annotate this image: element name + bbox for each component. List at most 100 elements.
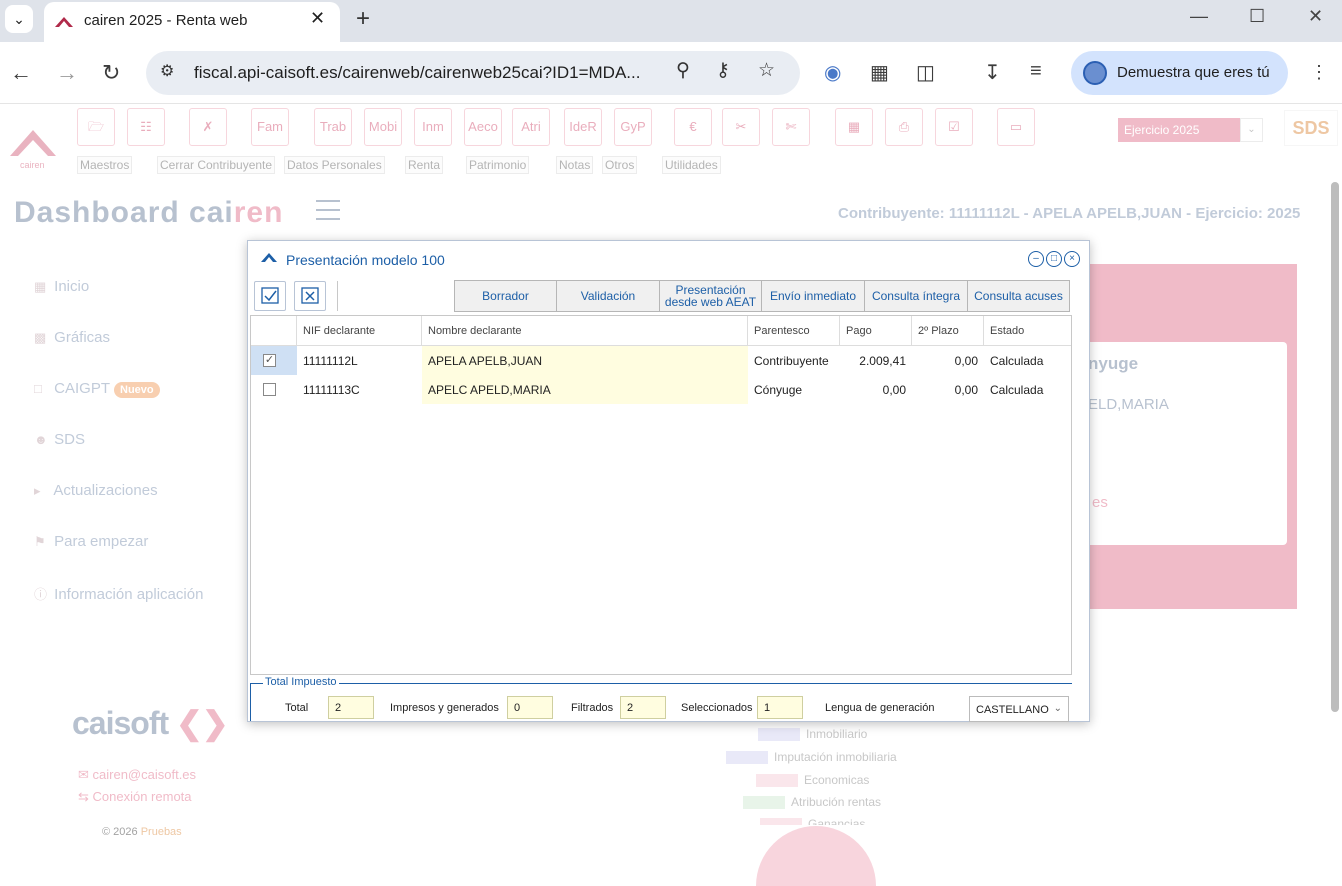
profile-button[interactable]: Demuestra que eres tú xyxy=(1071,51,1288,95)
cairen-favicon-icon xyxy=(55,17,73,27)
row-checkbox[interactable] xyxy=(263,383,276,396)
consulta-acuses-button[interactable]: Consulta acuses xyxy=(967,280,1070,312)
tab-close-icon[interactable]: ✕ xyxy=(310,8,325,29)
zoom-icon[interactable]: ⚲ xyxy=(676,59,690,82)
column-header[interactable]: 2º Plazo xyxy=(912,316,984,346)
org-chart-icon[interactable]: ☷ xyxy=(127,108,165,146)
menu-renta[interactable]: Renta xyxy=(405,156,444,174)
blank-page-icon[interactable]: ▭ xyxy=(997,108,1035,146)
table-header: NIF declarante Nombre declarante Parente… xyxy=(251,316,1071,346)
maximize-icon[interactable]: ☐ xyxy=(1249,6,1265,27)
lengua-select[interactable]: CASTELLANO ⌄ xyxy=(969,696,1069,722)
total-field[interactable]: 2 xyxy=(328,696,374,719)
column-header[interactable]: Nombre declarante xyxy=(422,316,748,346)
scissors-alt-icon[interactable]: ✄ xyxy=(772,108,810,146)
seleccionados-field[interactable]: 1 xyxy=(757,696,803,719)
sidebar-item-para-empezar[interactable]: ⚑ Para empezar xyxy=(34,533,148,550)
ribbon-gyp-button[interactable]: GyP xyxy=(614,108,652,146)
ribbon-aeco-button[interactable]: Aeco xyxy=(464,108,502,146)
row-check-cell: ✓ xyxy=(251,346,297,375)
printer-icon[interactable]: ⎙ xyxy=(885,108,923,146)
legend-item: Inmobiliario xyxy=(758,727,867,742)
address-bar[interactable]: ⚙ fiscal.api-caisoft.es/cairenweb/cairen… xyxy=(146,51,800,95)
card-link-fragment[interactable]: es xyxy=(1092,494,1108,511)
filtrados-field[interactable]: 2 xyxy=(620,696,666,719)
cell-nif: 11111112L xyxy=(303,354,358,368)
menu-datos-personales[interactable]: Datos Personales xyxy=(284,156,385,174)
remote-connection-link[interactable]: ⇆ Conexión remota xyxy=(78,789,192,805)
impresos-label: Impresos y generados xyxy=(390,702,499,714)
select-all-icon[interactable] xyxy=(254,281,286,311)
email-link[interactable]: ✉ cairen@caisoft.es xyxy=(78,767,196,783)
legend-item: Ganancias xyxy=(760,817,865,825)
sidebar-item-actualizaciones[interactable]: ▸ Actualizaciones xyxy=(34,482,158,499)
modal-close-icon[interactable]: × xyxy=(1064,251,1080,267)
tab-search-chevron-icon[interactable]: ⌄ xyxy=(5,5,33,33)
menu-maestros[interactable]: Maestros xyxy=(77,156,133,174)
browser-menu-icon[interactable]: ⋮ xyxy=(1310,62,1328,83)
sidebar-item-inicio[interactable]: ▦ Inicio xyxy=(34,278,89,295)
scissors-icon[interactable]: ✂ xyxy=(722,108,760,146)
card-title-fragment: nyuge xyxy=(1088,354,1139,373)
back-icon[interactable]: ← xyxy=(10,60,32,86)
new-tab-icon[interactable]: + xyxy=(356,5,370,33)
consulta-integra-button[interactable]: Consulta íntegra xyxy=(864,280,968,312)
media-control-icon[interactable]: ≡ xyxy=(1030,60,1042,83)
column-header[interactable]: Estado xyxy=(984,316,1071,346)
euro-icon[interactable]: € xyxy=(674,108,712,146)
password-key-icon[interactable]: ⚷ xyxy=(716,59,730,82)
extension-globe-icon[interactable]: ◉ xyxy=(824,60,841,85)
menu-patrimonio[interactable]: Patrimonio xyxy=(466,156,530,174)
ribbon-ider-button[interactable]: IdeR xyxy=(564,108,602,146)
presentacion-web-aeat-button[interactable]: Presentación desde web AEAT xyxy=(659,280,762,312)
modal-header[interactable]: Presentación modelo 100 – □ × xyxy=(248,241,1089,277)
ribbon-trab-button[interactable]: Trab xyxy=(314,108,352,146)
pie-chart-fragment xyxy=(756,826,876,886)
column-header[interactable]: Parentesco xyxy=(748,316,840,346)
sidebar-item-caigpt[interactable]: □ CAIGPT Nuevo xyxy=(34,380,160,398)
window-close-icon[interactable]: ✕ xyxy=(1308,6,1323,27)
open-folder-icon[interactable]: 🗁 xyxy=(77,108,115,146)
menu-cerrar-contribuyente[interactable]: Cerrar Contribuyente xyxy=(157,156,276,174)
close-taxpayer-icon[interactable]: ✗ xyxy=(189,108,227,146)
table-row[interactable]: ✓ 11111112L APELA APELB,JUAN Contribuyen… xyxy=(251,346,1071,375)
menu-utilidades[interactable]: Utilidades xyxy=(662,156,721,174)
checklist-icon[interactable]: ☑ xyxy=(935,108,973,146)
ribbon-fam-button[interactable]: Fam xyxy=(251,108,289,146)
sidebar-item-graficas[interactable]: ▩ Gráficas xyxy=(34,329,110,346)
column-header[interactable]: Pago xyxy=(840,316,912,346)
reload-icon[interactable]: ↻ xyxy=(102,60,120,86)
qr-code-icon[interactable]: ▦ xyxy=(870,60,889,85)
legend-swatch xyxy=(760,818,802,825)
ribbon-inm-button[interactable]: Inm xyxy=(414,108,452,146)
download-icon[interactable]: ↧ xyxy=(984,60,1001,85)
forward-icon[interactable]: → xyxy=(56,60,78,86)
validacion-button[interactable]: Validación xyxy=(556,280,660,312)
borrador-button[interactable]: Borrador xyxy=(454,280,557,312)
ribbon-mobi-button[interactable]: Mobi xyxy=(364,108,402,146)
url-text[interactable]: fiscal.api-caisoft.es/cairenweb/cairenwe… xyxy=(194,63,640,83)
sidebar-item-sds[interactable]: ☻ SDS xyxy=(34,431,85,448)
browser-tab[interactable]: cairen 2025 - Renta web ✕ xyxy=(44,2,340,42)
deselect-all-icon[interactable] xyxy=(294,281,326,311)
modal-minimize-icon[interactable]: – xyxy=(1028,251,1044,267)
ejercicio-chevron-icon[interactable]: ⌄ xyxy=(1240,118,1263,142)
menu-notas[interactable]: Notas xyxy=(556,156,594,174)
sds-logo[interactable]: SDS xyxy=(1284,110,1338,146)
page-scrollbar[interactable] xyxy=(1331,182,1339,712)
bookmark-star-icon[interactable]: ☆ xyxy=(758,59,775,82)
impresos-field[interactable]: 0 xyxy=(507,696,553,719)
column-header[interactable]: NIF declarante xyxy=(297,316,422,346)
extensions-puzzle-icon[interactable]: ◫ xyxy=(916,60,935,85)
menu-otros[interactable]: Otros xyxy=(602,156,638,174)
sidebar-item-informacion[interactable]: ⓘ Información aplicación xyxy=(34,584,203,603)
modal-maximize-icon[interactable]: □ xyxy=(1046,251,1062,267)
table-row[interactable]: 11111113C APELC APELD,MARIA Cónyuge 0,00… xyxy=(251,375,1071,404)
envio-inmediato-button[interactable]: Envío inmediato xyxy=(761,280,865,312)
hamburger-menu-icon[interactable] xyxy=(316,200,340,222)
row-checkbox[interactable]: ✓ xyxy=(263,354,276,367)
calculator-icon[interactable]: ▦ xyxy=(835,108,873,146)
ribbon-atri-button[interactable]: Atri xyxy=(512,108,550,146)
minimize-icon[interactable]: — xyxy=(1190,6,1208,27)
site-settings-icon[interactable]: ⚙ xyxy=(160,61,174,81)
